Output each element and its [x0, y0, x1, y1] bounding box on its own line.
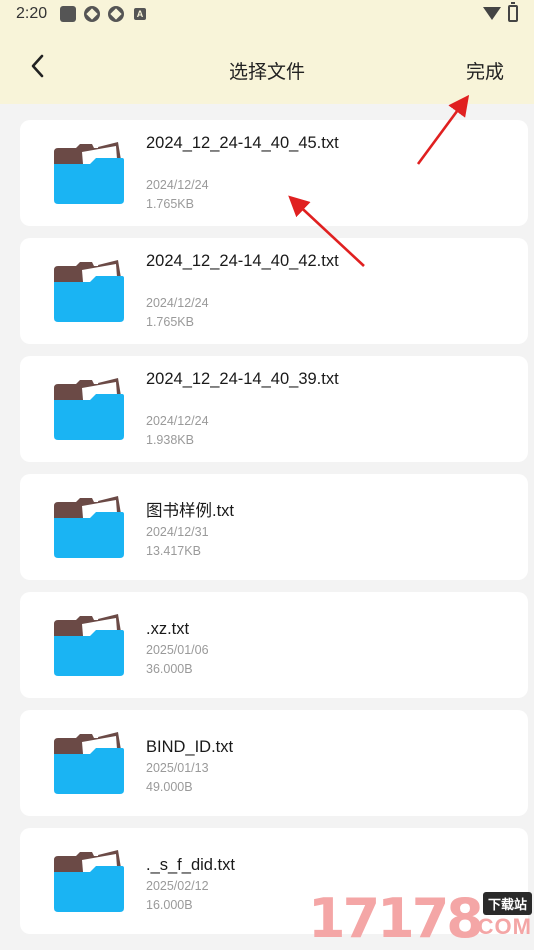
- folder-icon: [54, 260, 124, 322]
- file-size: 1.765KB: [146, 315, 194, 329]
- folder-icon: [54, 142, 124, 204]
- sync-icon: [84, 6, 100, 22]
- file-item[interactable]: 图书样例.txt 2024/12/31 13.417KB: [20, 474, 528, 580]
- sync-icon: [108, 6, 124, 22]
- site-watermark: 17178 下载站 .COM: [308, 888, 534, 950]
- app-header: 选择文件 完成: [0, 28, 534, 104]
- file-item[interactable]: 2024_12_24-14_40_42.txt 2024/12/24 1.765KB: [20, 238, 528, 344]
- file-size: 49.000B: [146, 780, 193, 794]
- file-size: 1.765KB: [146, 197, 194, 211]
- folder-icon: [54, 850, 124, 912]
- status-bar: 2:20 A: [0, 0, 534, 28]
- watermark-suffix: .COM: [470, 914, 532, 939]
- battery-icon: [508, 2, 518, 22]
- file-name: 2024_12_24-14_40_39.txt: [146, 370, 339, 388]
- page-title: 选择文件: [228, 62, 305, 83]
- watermark-digits: 17178: [308, 887, 484, 950]
- file-name: 2024_12_24-14_40_42.txt: [146, 252, 339, 270]
- folder-icon: [54, 732, 124, 794]
- file-name: 2024_12_24-14_40_45.txt: [146, 134, 339, 152]
- file-name: 图书样例.txt: [146, 502, 235, 520]
- a-badge-icon: A: [134, 8, 146, 20]
- file-size: 36.000B: [146, 662, 193, 676]
- file-item[interactable]: BIND_ID.txt 2025/01/13 49.000B: [20, 710, 528, 816]
- file-date: 2024/12/24: [146, 178, 209, 192]
- file-name: .xz.txt: [146, 620, 190, 638]
- file-list: 2024_12_24-14_40_45.txt 2024/12/24 1.765KB…: [20, 120, 528, 946]
- watermark-badge: 下载站: [482, 892, 532, 915]
- done-button[interactable]: 完成: [466, 57, 504, 84]
- folder-icon: [54, 614, 124, 676]
- folder-icon: [54, 496, 124, 558]
- wifi-icon: [483, 7, 501, 20]
- file-item[interactable]: 2024_12_24-14_40_39.txt 2024/12/24 1.938KB: [20, 356, 528, 462]
- file-date: 2025/01/06: [146, 643, 209, 657]
- file-date: 2024/12/24: [146, 296, 209, 310]
- file-size: 13.417KB: [146, 544, 201, 558]
- status-time: 2:20: [16, 5, 48, 22]
- file-size: 1.938KB: [146, 433, 194, 447]
- file-picker-screen: 2:20 A 选择文件 完成 2024_12_24-14_40_45.txt 20…: [0, 0, 534, 950]
- file-date: 2024/12/31: [146, 525, 209, 539]
- file-date: 2025/01/13: [146, 761, 209, 775]
- file-date: 2024/12/24: [146, 414, 209, 428]
- file-name: ._s_f_did.txt: [146, 856, 235, 874]
- file-item[interactable]: .xz.txt 2025/01/06 36.000B: [20, 592, 528, 698]
- file-size: 16.000B: [146, 898, 193, 912]
- gallery-icon: [60, 6, 76, 22]
- file-item[interactable]: 2024_12_24-14_40_45.txt 2024/12/24 1.765KB: [20, 120, 528, 226]
- folder-icon: [54, 378, 124, 440]
- file-name: BIND_ID.txt: [146, 738, 234, 756]
- file-date: 2025/02/12: [146, 879, 209, 893]
